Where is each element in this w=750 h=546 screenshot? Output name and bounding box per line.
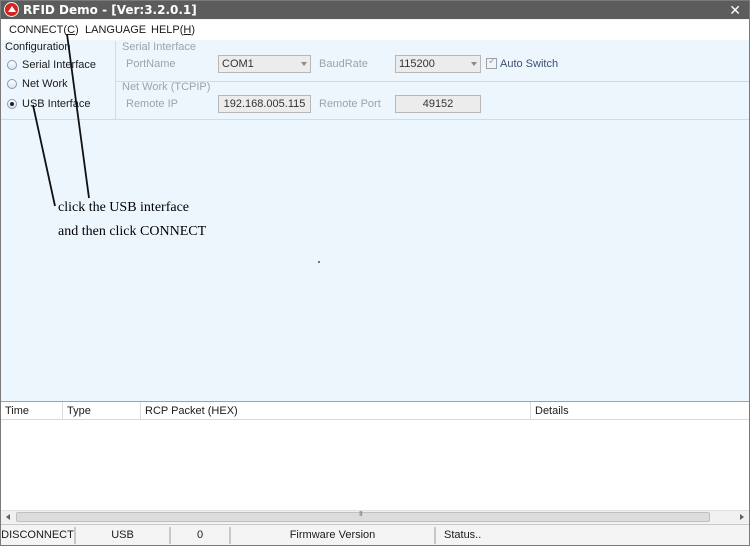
status-message: Status.. [444, 529, 482, 541]
remote-ip-field[interactable]: 192.168.005.115 [218, 95, 311, 113]
port-name-label: PortName [126, 58, 176, 70]
auto-switch-checkbox[interactable] [486, 56, 497, 69]
log-table[interactable]: Time Type RCP Packet (HEX) Details [1, 401, 749, 522]
remote-port-label: Remote Port [319, 98, 381, 110]
menu-connect-accesskey: C [67, 24, 76, 36]
app-window: RFID Demo - [Ver:3.2.0.1] ✕ CONNECT(C) L… [0, 0, 750, 546]
auto-switch-label: Auto Switch [500, 58, 559, 70]
column-header-rcp-packet[interactable]: RCP Packet (HEX) [141, 402, 531, 420]
port-name-select[interactable]: COM1 [218, 55, 311, 73]
radio-net-work[interactable]: Net Work [7, 77, 68, 91]
config-divider [115, 41, 116, 119]
status-interface: USB [76, 527, 171, 544]
remote-ip-label: Remote IP [126, 98, 178, 110]
radio-serial-interface[interactable]: Serial Interface [7, 58, 96, 72]
window-title: RFID Demo - [Ver:3.2.0.1] [23, 3, 197, 17]
title-bar[interactable]: RFID Demo - [Ver:3.2.0.1] ✕ [1, 1, 749, 19]
radio-label: Serial Interface [22, 59, 96, 71]
annotation-line-2: and then click CONNECT [58, 224, 207, 239]
radio-button-selected[interactable] [7, 99, 17, 109]
scroll-left-icon[interactable] [1, 511, 15, 523]
stray-dot [318, 261, 320, 263]
radio-button[interactable] [7, 60, 17, 70]
radio-label: USB Interface [22, 98, 91, 110]
radio-label: Net Work [22, 78, 68, 90]
config-bottom-divider [1, 119, 749, 120]
network-group-title: Net Work (TCPIP) [122, 81, 211, 93]
port-name-value: COM1 [222, 58, 254, 70]
menu-connect-suffix: ) [75, 24, 79, 36]
status-bar: DISCONNECT USB 0 Firmware Version Status… [1, 524, 749, 545]
radio-button[interactable] [7, 79, 17, 89]
baud-rate-select[interactable]: 115200 [395, 55, 481, 73]
menu-language[interactable]: LANGUAGE [85, 23, 146, 37]
horizontal-scrollbar[interactable] [1, 510, 749, 523]
chevron-down-icon [471, 62, 477, 66]
status-connection: DISCONNECT [1, 527, 76, 544]
configuration-label: Configuration [5, 41, 71, 53]
radio-usb-interface[interactable]: USB Interface [7, 97, 90, 111]
baud-rate-label: BaudRate [319, 58, 368, 70]
remote-port-field[interactable]: 49152 [395, 95, 481, 113]
column-header-type[interactable]: Type [63, 402, 141, 420]
status-firmware-version: Firmware Version [231, 527, 436, 544]
column-header-time[interactable]: Time [1, 402, 63, 420]
menu-connect-prefix: CONNECT( [9, 24, 68, 36]
status-count: 0 [171, 527, 231, 544]
log-table-header: Time Type RCP Packet (HEX) Details [1, 402, 749, 420]
scrollbar-thumb[interactable] [16, 511, 710, 522]
menu-bar: CONNECT(C) LANGUAGE HELP(H) [1, 20, 749, 40]
menu-help-prefix: HELP( [151, 24, 184, 36]
close-icon[interactable]: ✕ [729, 1, 741, 19]
app-logo-icon [4, 2, 19, 17]
menu-help[interactable]: HELP(H) [151, 23, 195, 37]
column-header-details[interactable]: Details [531, 402, 749, 420]
baud-rate-value: 115200 [399, 58, 435, 70]
serial-group-title: Serial Interface [122, 41, 196, 53]
menu-connect[interactable]: CONNECT(C) [9, 23, 79, 37]
arrow-to-usb-interface [32, 104, 56, 207]
chevron-down-icon [301, 62, 307, 66]
menu-help-suffix: ) [191, 24, 196, 36]
scroll-right-icon[interactable] [735, 511, 749, 523]
annotation-line-1: click the USB interface [58, 200, 190, 215]
